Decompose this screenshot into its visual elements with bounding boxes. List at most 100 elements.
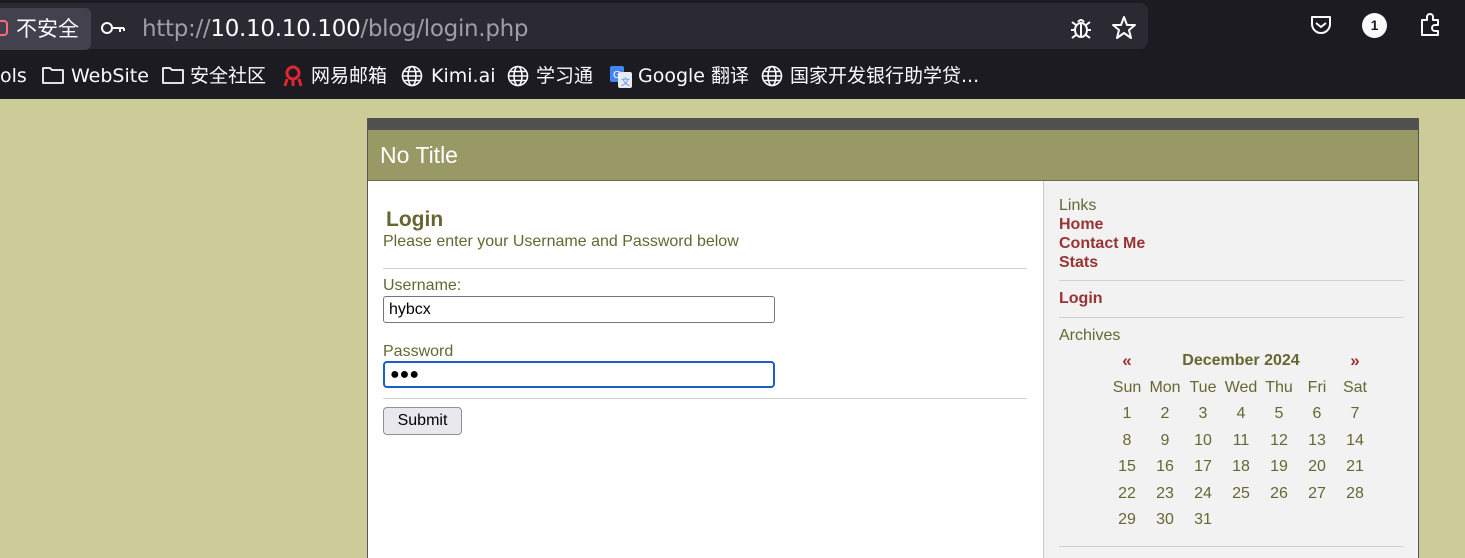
calendar-day: 23	[1156, 484, 1174, 502]
folder-icon	[42, 67, 64, 84]
bookmark-website[interactable]: WebSite	[42, 63, 149, 89]
calendar-week-row: 1 2 3 4 5 6 7	[1108, 401, 1374, 428]
calendar-header-row: « December 2024 »	[1108, 348, 1374, 375]
sidebar-link-login[interactable]: Login	[1059, 290, 1103, 308]
calendar-day: 22	[1118, 484, 1136, 502]
bookmark-kimi[interactable]: Kimi.ai	[401, 63, 496, 89]
globe-icon	[507, 65, 529, 87]
security-label: 不安全	[16, 17, 79, 41]
divider	[383, 398, 1027, 399]
calendar-day: 16	[1156, 458, 1174, 476]
weekday-label: Mon	[1149, 378, 1181, 396]
blog-page: No Title Login Please enter your Usernam…	[367, 118, 1419, 558]
weekday-label: Thu	[1265, 378, 1293, 396]
divider	[1059, 280, 1404, 281]
security-indicator[interactable]: 不安全	[0, 8, 91, 50]
url-text[interactable]: http://10.10.10.100/blog/login.php	[142, 12, 529, 46]
bookmark-netease-mail[interactable]: 网易邮箱	[282, 63, 387, 89]
calendar-day: 8	[1122, 431, 1132, 449]
bookmark-security-community[interactable]: 安全社区	[162, 63, 266, 89]
calendar-week-row: 8 9 10 11 12 13 14	[1108, 428, 1374, 455]
svg-text:G: G	[613, 70, 621, 81]
login-subtitle: Please enter your Username and Password …	[383, 233, 739, 250]
username-label: Username:	[383, 277, 462, 294]
calendar-week-row: 15 16 17 18 19 20 21	[1108, 454, 1374, 481]
calendar-week-row: 22 23 24 25 26 27 28	[1108, 481, 1374, 508]
calendar-day: 30	[1156, 511, 1174, 529]
username-input[interactable]: hybcx	[383, 296, 775, 323]
bookmark-google-translate[interactable]: G文 Google 翻译	[609, 63, 750, 89]
calendar-day: 10	[1194, 431, 1212, 449]
bug-icon[interactable]	[1068, 15, 1094, 41]
weekday-label: Sat	[1342, 378, 1367, 396]
divider	[1059, 317, 1404, 318]
extensions-badge[interactable]: 1	[1362, 13, 1387, 38]
calendar-day: 25	[1232, 484, 1250, 502]
weekday-label: Tue	[1189, 378, 1217, 396]
submit-button[interactable]: Submit	[383, 407, 462, 435]
sidebar-link-stats[interactable]: Stats	[1059, 254, 1098, 272]
calendar-day: 19	[1270, 458, 1288, 476]
page-top-stripe	[368, 118, 1418, 130]
calendar-day: 3	[1198, 405, 1208, 423]
sidebar-link-contact-me[interactable]: Contact Me	[1059, 235, 1145, 253]
calendar-next-month[interactable]: »	[1336, 348, 1374, 375]
bookmark-label: 安全社区	[190, 65, 267, 87]
calendar-prev-month[interactable]: «	[1108, 348, 1146, 375]
bookmarks-bar: ols WebSite 安全社区 网易邮箱 Kimi.ai 学习通 G文 Goo…	[0, 52, 1465, 99]
url-prefix: http://	[142, 16, 211, 42]
browser-toolbar: 不安全 http://10.10.10.100/blog/login.php 1	[0, 0, 1465, 52]
calendar-day	[1260, 507, 1298, 534]
calendar-day: 6	[1312, 405, 1322, 423]
calendar-day: 17	[1194, 458, 1212, 476]
page-title: No Title	[368, 130, 1418, 181]
star-icon[interactable]	[1111, 15, 1137, 41]
puzzle-extension-icon[interactable]	[1417, 12, 1443, 38]
bookmark-label: 国家开发银行助学贷...	[790, 65, 980, 87]
pocket-icon[interactable]	[1308, 12, 1334, 38]
calendar-week-row: 29 30 31	[1108, 507, 1374, 534]
calendar-day: 13	[1308, 431, 1326, 449]
calendar-day	[1336, 507, 1374, 534]
calendar-day: 26	[1270, 484, 1288, 502]
calendar-month-title: December 2024	[1182, 352, 1300, 370]
key-icon[interactable]	[100, 17, 126, 39]
calendar-day: 7	[1350, 405, 1360, 423]
calendar-day: 11	[1232, 431, 1250, 449]
sidebar-link-home[interactable]: Home	[1059, 216, 1103, 234]
calendar-day	[1222, 507, 1260, 534]
bookmark-label: Kimi.ai	[431, 65, 496, 87]
login-panel: Login Please enter your Username and Pas…	[368, 181, 1043, 558]
divider	[383, 268, 1027, 269]
bookmark-label: 学习通	[536, 65, 594, 87]
url-path: /blog/login.php	[360, 16, 529, 42]
archive-calendar: « December 2024 » Sun Mon Tue Wed Thu Fr…	[1108, 348, 1374, 534]
calendar-day: 4	[1236, 405, 1246, 423]
svg-text:文: 文	[621, 76, 630, 88]
archives-heading: Archives	[1059, 327, 1121, 344]
calendar-day: 18	[1232, 458, 1250, 476]
netease-mail-icon	[283, 65, 303, 87]
calendar-day: 2	[1160, 405, 1170, 423]
bookmark-label: ols	[0, 65, 27, 87]
url-host: 10.10.10.100	[210, 16, 361, 42]
calendar-day: 1	[1122, 405, 1132, 423]
divider	[1059, 546, 1404, 547]
bookmark-xuexitong[interactable]: 学习通	[507, 63, 593, 89]
bookmark-cdb-student-loan[interactable]: 国家开发银行助学贷...	[761, 63, 979, 89]
calendar-day: 27	[1308, 484, 1326, 502]
calendar-weekdays-row: Sun Mon Tue Wed Thu Fri Sat	[1108, 375, 1374, 402]
calendar-day: 20	[1308, 458, 1326, 476]
bookmark-label: Google 翻译	[638, 65, 750, 87]
globe-icon	[761, 65, 783, 87]
google-translate-icon: G文	[610, 66, 632, 88]
globe-icon	[401, 65, 423, 87]
calendar-day: 24	[1194, 484, 1212, 502]
calendar-day: 9	[1160, 431, 1170, 449]
weekday-label: Sun	[1112, 378, 1142, 396]
calendar-day	[1298, 507, 1336, 534]
password-input[interactable]: ●●●	[383, 361, 775, 388]
insecure-lock-icon	[0, 20, 8, 36]
address-bar[interactable]: 不安全 http://10.10.10.100/blog/login.php	[0, 3, 1148, 50]
calendar-day: 31	[1194, 511, 1212, 529]
